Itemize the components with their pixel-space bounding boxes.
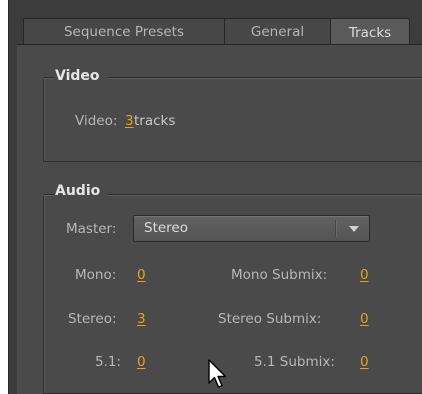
master-select[interactable]: Stereo [133,215,370,242]
video-group-title: Video [55,68,108,84]
select-divider [335,220,337,237]
fiveone-label: 5.1: [95,354,122,370]
stereo-value[interactable]: 3 [137,311,146,327]
tab-sequence-presets[interactable]: Sequence Presets [23,18,225,45]
audio-group-title: Audio [55,183,109,199]
tab-general[interactable]: General [224,18,331,45]
video-tracks-unit: tracks [134,113,176,129]
tab-bar: Sequence Presets General Tracks [17,18,422,46]
chevron-down-icon [349,226,359,232]
fiveone-submix-value[interactable]: 0 [360,354,369,370]
mono-submix-value[interactable]: 0 [360,267,369,283]
video-tracks-label: Video: [75,113,118,129]
fiveone-submix-label: 5.1 Submix: [254,354,335,370]
video-tracks-count[interactable]: 3 [125,113,134,129]
tab-tracks[interactable]: Tracks [330,18,410,46]
stereo-submix-value[interactable]: 0 [360,311,369,327]
master-select-value: Stereo [144,220,188,236]
stereo-submix-label: Stereo Submix: [218,311,322,327]
mono-submix-label: Mono Submix: [231,267,328,283]
master-label: Master: [66,221,117,237]
mono-value[interactable]: 0 [137,267,146,283]
mono-label: Mono: [75,267,117,283]
stereo-label: Stereo: [68,311,117,327]
mouse-pointer-icon [208,359,227,388]
fiveone-value[interactable]: 0 [137,354,146,370]
